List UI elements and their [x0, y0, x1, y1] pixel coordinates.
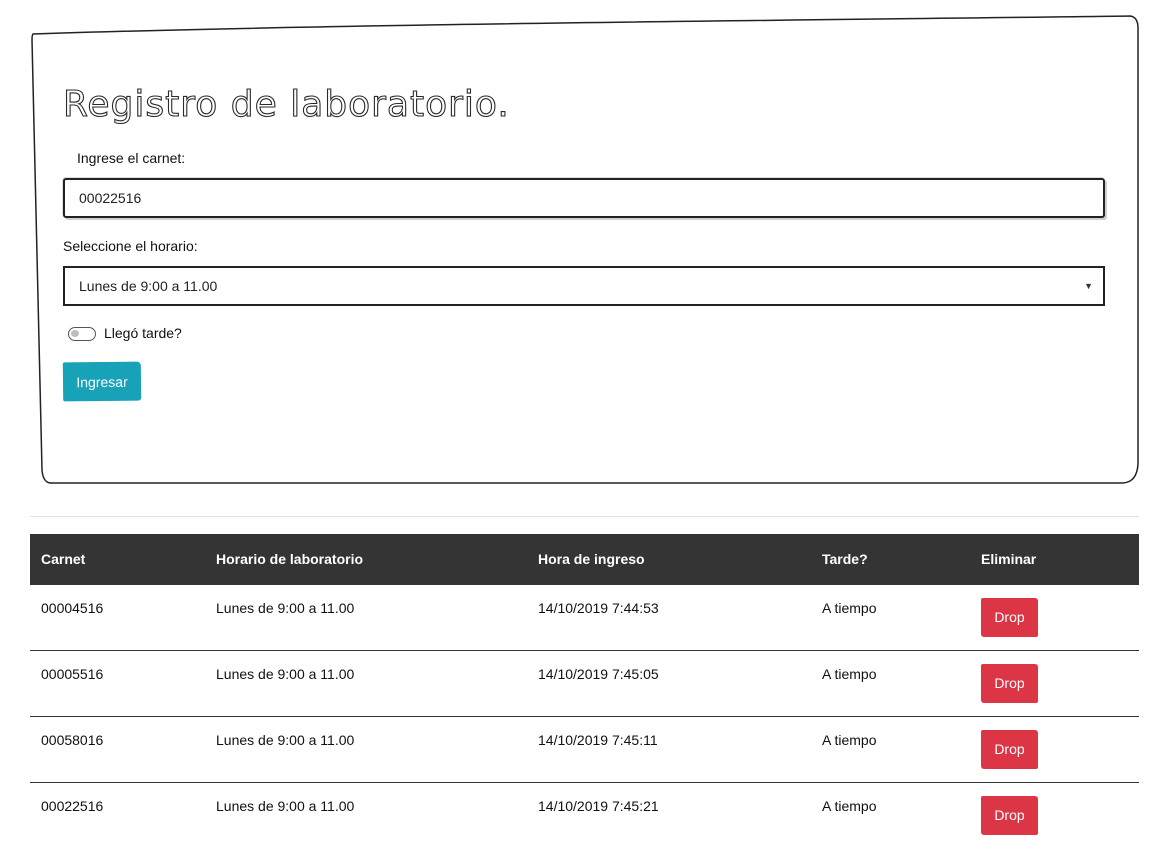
- cell-horario: Lunes de 9:00 a 11.00: [216, 666, 355, 682]
- tarde-toggle[interactable]: [68, 327, 96, 341]
- drop-button[interactable]: Drop: [981, 796, 1038, 835]
- carnet-input[interactable]: [63, 178, 1105, 218]
- drop-button[interactable]: Drop: [981, 598, 1038, 637]
- cell-hora: 14/10/2019 7:45:21: [538, 798, 659, 814]
- horario-select[interactable]: Lunes de 9:00 a 11.00 ▼: [63, 266, 1105, 306]
- tarde-label: Llegó tarde?: [104, 325, 182, 341]
- cell-tarde: A tiempo: [822, 798, 877, 814]
- cell-horario: Lunes de 9:00 a 11.00: [216, 798, 355, 814]
- cell-tarde: A tiempo: [822, 666, 877, 682]
- drop-button[interactable]: Drop: [981, 664, 1038, 703]
- section-divider: [30, 516, 1139, 517]
- header-tarde: Tarde?: [822, 551, 868, 567]
- horario-selected-value: Lunes de 9:00 a 11.00: [79, 278, 218, 294]
- table-row: 00058016 Lunes de 9:00 a 11.00 14/10/201…: [30, 717, 1139, 783]
- header-carnet: Carnet: [41, 551, 86, 567]
- cell-horario: Lunes de 9:00 a 11.00: [216, 600, 355, 616]
- header-eliminar: Eliminar: [981, 551, 1037, 567]
- cell-horario: Lunes de 9:00 a 11.00: [216, 732, 355, 748]
- carnet-label: Ingrese el carnet:: [77, 150, 186, 166]
- cell-tarde: A tiempo: [822, 732, 877, 748]
- table-row: 00004516 Lunes de 9:00 a 11.00 14/10/201…: [30, 585, 1139, 651]
- cell-hora: 14/10/2019 7:45:11: [538, 732, 658, 748]
- cell-carnet: 00004516: [41, 600, 104, 616]
- cell-hora: 14/10/2019 7:44:53: [538, 600, 659, 616]
- ingresar-button[interactable]: Ingresar: [62, 361, 142, 402]
- toggle-knob: [71, 330, 79, 337]
- horario-label: Seleccione el horario:: [63, 238, 198, 254]
- registros-table: Carnet Horario de laboratorio Hora de in…: [30, 534, 1139, 848]
- page-title: Registro de laboratorio.: [62, 83, 510, 125]
- cell-carnet: 00022516: [41, 798, 104, 814]
- cell-carnet: 00005516: [41, 666, 104, 682]
- table-row: 00005516 Lunes de 9:00 a 11.00 14/10/201…: [30, 651, 1139, 717]
- cell-tarde: A tiempo: [822, 600, 877, 616]
- cell-hora: 14/10/2019 7:45:05: [538, 666, 659, 682]
- chevron-down-icon: ▼: [1084, 281, 1093, 291]
- header-hora-ingreso: Hora de ingreso: [538, 551, 645, 567]
- cell-carnet: 00058016: [41, 732, 104, 748]
- header-horario: Horario de laboratorio: [216, 551, 364, 567]
- table-row: 00022516 Lunes de 9:00 a 11.00 14/10/201…: [30, 783, 1139, 848]
- table-header-row: Carnet Horario de laboratorio Hora de in…: [30, 534, 1139, 585]
- drop-button[interactable]: Drop: [981, 730, 1038, 769]
